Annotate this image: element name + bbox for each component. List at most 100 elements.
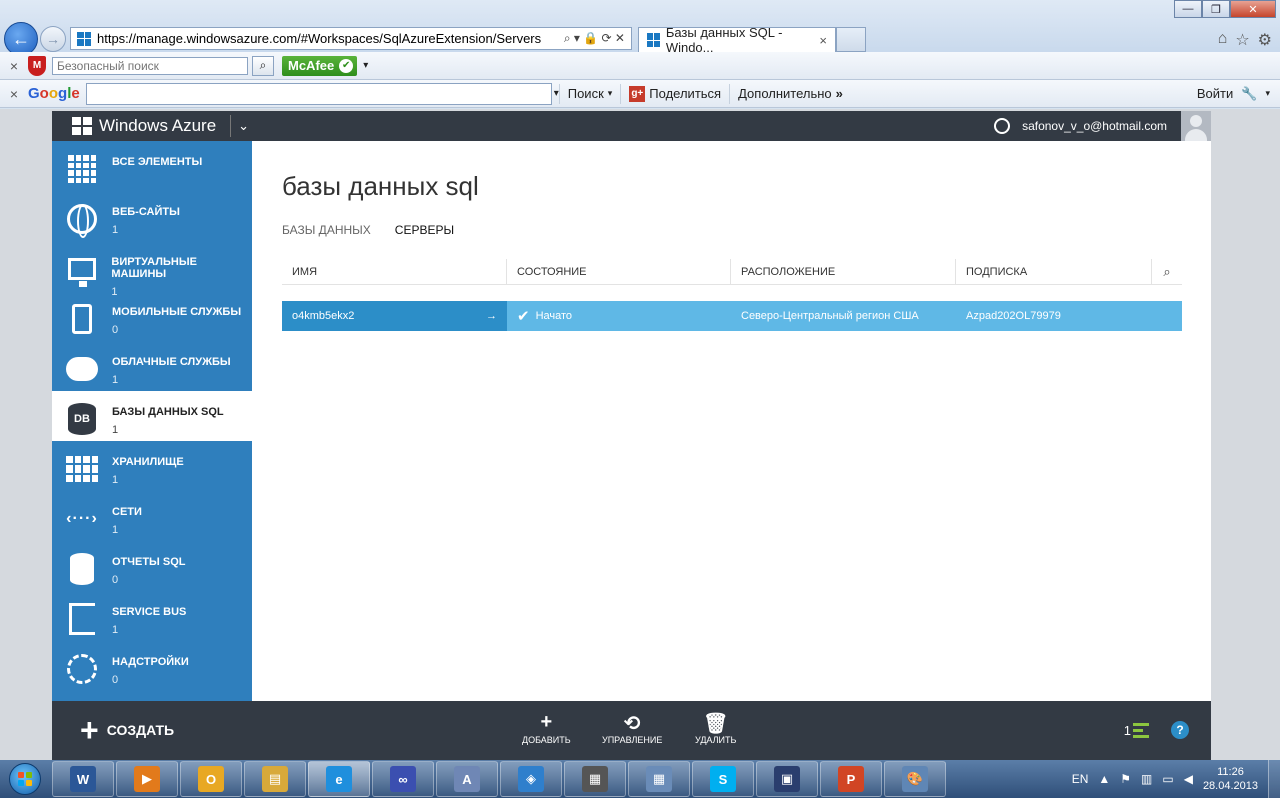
sidebar-item-cloud-services[interactable]: ОБЛАЧНЫЕ СЛУЖБЫ 1 — [52, 341, 252, 391]
volume-icon[interactable]: ◀ — [1184, 772, 1193, 786]
back-button[interactable]: ← — [4, 22, 38, 56]
sidebar-item-virtual-machines[interactable]: ВИРТУАЛЬНЫЕ МАШИНЫ 1 — [52, 241, 252, 298]
taskbar-app-app-save[interactable]: ▣ — [756, 761, 818, 797]
arrow-right-icon[interactable]: → — [486, 310, 497, 322]
taskbar-app-explorer[interactable]: ▤ — [244, 761, 306, 797]
word-icon: W — [70, 766, 96, 792]
chevron-down-icon[interactable]: ⌄ — [238, 118, 249, 134]
sidebar-item-storage[interactable]: ХРАНИЛИЩЕ 1 — [52, 441, 252, 491]
mcafee-shield-icon[interactable]: M — [28, 55, 46, 76]
grid-icon — [66, 153, 98, 185]
wrench-icon[interactable]: 🔧 — [1241, 86, 1257, 102]
close-window-button[interactable]: ✕ — [1230, 0, 1276, 18]
taskbar-app-word[interactable]: W — [52, 761, 114, 797]
address-url[interactable]: https://manage.windowsazure.com/#Workspa… — [97, 31, 564, 46]
ie-icon: e — [326, 766, 352, 792]
create-button[interactable]: + СОЗДАТЬ — [80, 714, 175, 746]
clock[interactable]: 11:26 28.04.2013 — [1203, 765, 1258, 793]
sidebar-item-label: БАЗЫ ДАННЫХ SQL — [112, 406, 224, 418]
taskbar-app-ie[interactable]: e — [308, 761, 370, 797]
sidebar-item-sql-reports[interactable]: ОТЧЕТЫ SQL 0 — [52, 541, 252, 591]
taskbar-app-media-player[interactable]: ▶ — [116, 761, 178, 797]
safe-search-input[interactable] — [52, 56, 248, 75]
tab-close-icon[interactable]: × — [819, 33, 827, 48]
action-center-flag-icon[interactable]: ⚑ — [1120, 772, 1131, 786]
globe-icon[interactable] — [994, 118, 1011, 134]
avatar[interactable] — [1181, 111, 1211, 141]
taskbar-app-app-film[interactable]: ▦ — [564, 761, 626, 797]
wrench-dropdown-icon[interactable]: ▾ — [1265, 88, 1270, 99]
check-icon: ✔ — [517, 308, 530, 325]
sidebar-item-label: СЕТИ — [112, 506, 142, 518]
new-tab-button[interactable] — [836, 27, 866, 52]
settings-gear-icon[interactable]: ⚙ — [1258, 30, 1272, 50]
sidebar-item-websites[interactable]: ВЕБ-САЙТЫ 1 — [52, 191, 252, 241]
account-email[interactable]: safonov_v_o@hotmail.com — [1022, 119, 1167, 133]
help-icon[interactable]: ? — [1171, 721, 1189, 739]
sidebar-item-sql-databases[interactable]: DB БАЗЫ ДАННЫХ SQL 1 — [52, 391, 252, 441]
search-icon[interactable]: ⌕ — [1152, 259, 1182, 284]
taskbar-app-skype[interactable]: S — [692, 761, 754, 797]
table-row[interactable]: o4kmb5ekx2 → ✔ Начато Северо-Центральный… — [282, 301, 1182, 331]
server-name[interactable]: o4kmb5ekx2 — [292, 310, 354, 322]
brand-title[interactable]: Windows Azure — [99, 116, 216, 136]
taskbar-app-powerpoint[interactable]: P — [820, 761, 882, 797]
favorites-icon[interactable]: ☆ — [1235, 30, 1249, 50]
taskbar-app-app-box[interactable]: ◈ — [500, 761, 562, 797]
sidebar-item-service-bus[interactable]: SERVICE BUS 1 — [52, 591, 252, 641]
tab-servers[interactable]: СЕРВЕРЫ — [395, 223, 454, 237]
taskbar-app-calculator[interactable]: ▦ — [628, 761, 690, 797]
sidebar-item-label: ОТЧЕТЫ SQL — [112, 556, 186, 568]
forward-button[interactable]: → — [40, 26, 66, 52]
login-link[interactable]: Войти — [1197, 86, 1233, 101]
column-header-location[interactable]: РАСПОЛОЖЕНИЕ — [731, 259, 956, 284]
address-bar[interactable]: https://manage.windowsazure.com/#Workspa… — [70, 27, 632, 50]
column-header-subscription[interactable]: ПОДПИСКА — [956, 259, 1152, 284]
server-name-cell[interactable]: o4kmb5ekx2 → — [282, 301, 507, 331]
sidebar-item-networks[interactable]: ‹···› СЕТИ 1 — [52, 491, 252, 541]
network-icon[interactable]: ▭ — [1162, 772, 1173, 786]
maximize-button[interactable]: ❐ — [1202, 0, 1230, 18]
tab-sql-databases[interactable]: Базы данных SQL - Windo... × — [638, 25, 836, 55]
manage-button[interactable]: ⟲ УПРАВЛЕНИЕ — [602, 711, 662, 745]
google-toolbar: × Google ▾ Поиск ▾ g+ Поделиться Дополни… — [0, 80, 1280, 108]
google-search-button[interactable]: Поиск ▾ — [558, 83, 621, 104]
minimize-button[interactable]: — — [1174, 0, 1202, 18]
notifications-button[interactable]: 1 — [1124, 722, 1149, 738]
search-icon[interactable]: ⌕ — [252, 55, 274, 76]
sidebar-item-mobile-services[interactable]: МОБИЛЬНЫЕ СЛУЖБЫ 0 — [52, 291, 252, 341]
close-toolbar-icon[interactable]: × — [0, 58, 28, 74]
taskbar-app-app-notepad[interactable]: A — [436, 761, 498, 797]
taskbar-apps: W ▶ O ▤ e ∞ A ◈ ▦ ▦ S ▣ P 🎨 — [50, 761, 946, 797]
sidebar-item-count: 1 — [112, 224, 119, 236]
mcafee-dropdown-icon[interactable]: ▾ — [363, 60, 368, 71]
column-header-status[interactable]: СОСТОЯНИЕ — [507, 259, 731, 284]
show-desktop-button[interactable] — [1268, 760, 1280, 798]
address-controls-icon[interactable]: ⌕ ▾ 🔒 ⟳ ✕ — [564, 31, 625, 46]
chevron-down-icon: ▾ — [607, 88, 613, 98]
home-icon[interactable]: ⌂ — [1218, 30, 1228, 50]
taskbar-app-outlook[interactable]: O — [180, 761, 242, 797]
chevron-double-right-icon: » — [835, 86, 843, 101]
taskbar-app-app-infinity[interactable]: ∞ — [372, 761, 434, 797]
sidebar-item-addons[interactable]: НАДСТРОЙКИ 0 — [52, 641, 252, 691]
tray-expand-icon[interactable]: ▲ — [1098, 772, 1110, 786]
taskbar-app-paint[interactable]: 🎨 — [884, 761, 946, 797]
more-button[interactable]: Дополнительно » — [729, 83, 851, 104]
share-button[interactable]: g+ Поделиться — [620, 83, 729, 104]
clock-date: 28.04.2013 — [1202, 780, 1258, 792]
mcafee-button[interactable]: McAfee ✔ — [282, 55, 358, 76]
sidebar-item-all[interactable]: ВСЕ ЭЛЕМЕНТЫ — [52, 141, 252, 191]
device-icon[interactable]: ▥ — [1141, 772, 1152, 786]
start-button[interactable] — [0, 760, 50, 798]
add-button[interactable]: + ДОБАВИТЬ — [522, 711, 571, 745]
google-search-input[interactable] — [85, 82, 552, 105]
column-header-name[interactable]: ИМЯ — [282, 259, 507, 284]
sidebar-item-count: 1 — [112, 624, 119, 636]
language-indicator[interactable]: EN — [1072, 772, 1089, 786]
close-google-toolbar-icon[interactable]: × — [0, 86, 28, 102]
storage-table-icon — [66, 453, 98, 485]
tab-databases[interactable]: БАЗЫ ДАННЫХ — [282, 223, 371, 237]
delete-button[interactable]: 🗑 УДАЛИТЬ — [695, 711, 736, 745]
create-label: СОЗДАТЬ — [106, 722, 175, 738]
